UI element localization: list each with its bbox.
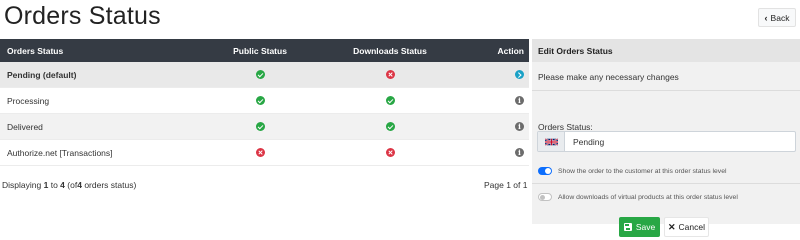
x-circle-icon	[385, 148, 395, 157]
status-name-cell: Pending (default)	[7, 69, 77, 80]
info-circle-icon[interactable]: i	[515, 96, 524, 105]
action-cell: i	[460, 96, 529, 105]
downloads-status-cell	[320, 96, 460, 105]
downloads-status-cell	[320, 70, 460, 79]
x-circle-icon	[255, 148, 265, 157]
panel-title: Edit Orders Status	[532, 39, 800, 62]
check-circle-icon	[385, 122, 395, 131]
toggle-row-downloads: Allow downloads of virtual products at t…	[538, 193, 738, 201]
header-public-status: Public Status	[233, 45, 287, 56]
action-cell: i	[460, 148, 529, 157]
panel-intro-text: Please make any necessary changes	[538, 72, 679, 82]
table-row[interactable]: Authorize.net [Transactions] i	[0, 140, 529, 166]
panel-body: Please make any necessary changes Orders…	[532, 62, 800, 237]
table-row[interactable]: Pending (default)	[0, 62, 529, 88]
table-row[interactable]: Delivered i	[0, 114, 529, 140]
public-status-cell	[200, 70, 320, 79]
page-info: Page 1 of 1	[484, 180, 528, 190]
check-circle-icon	[255, 96, 265, 105]
orders-status-table: Orders Status Public Status Downloads St…	[0, 39, 529, 166]
uk-flag-icon	[538, 132, 565, 151]
check-circle-icon	[255, 70, 265, 79]
close-icon: ✕	[667, 221, 676, 232]
check-circle-icon	[385, 96, 395, 105]
info-circle-icon[interactable]: i	[515, 148, 524, 157]
public-status-toggle-label: Show the order to the customer at this o…	[558, 167, 727, 175]
status-name-input[interactable]	[565, 132, 795, 151]
cancel-button[interactable]: ✕ Cancel	[664, 217, 709, 237]
downloads-status-cell	[320, 148, 460, 157]
table-header: Orders Status Public Status Downloads St…	[0, 39, 529, 62]
range-total: 4	[77, 180, 82, 190]
edit-status-panel: Edit Orders Status Please make any neces…	[532, 39, 800, 237]
pagination-summary: Displaying 1 to 4 (of4 orders status)	[2, 180, 137, 190]
save-button-label: Save	[635, 222, 656, 232]
cancel-button-label: Cancel	[678, 222, 705, 232]
header-action: Action	[497, 45, 524, 56]
public-status-cell	[200, 122, 320, 131]
range-to: 4	[60, 180, 65, 190]
table-body: Pending (default) Processing i Delivered i Au…	[0, 62, 529, 166]
page-title: Orders Status	[4, 2, 161, 30]
table-row[interactable]: Processing i	[0, 88, 529, 114]
action-cell	[460, 70, 529, 79]
status-name-cell: Delivered	[7, 121, 43, 132]
back-button-label: Back	[770, 12, 790, 23]
floppy-disk-icon	[623, 223, 632, 231]
status-name-cell: Processing	[7, 95, 50, 106]
public-status-cell	[200, 96, 320, 105]
x-circle-icon	[385, 70, 395, 79]
toggle-row-public: Show the order to the customer at this o…	[538, 167, 727, 175]
public-status-cell	[200, 148, 320, 157]
header-downloads-status: Downloads Status	[353, 45, 427, 56]
status-name-cell: Authorize.net [Transactions]	[7, 147, 113, 158]
downloads-status-toggle-label: Allow downloads of virtual products at t…	[558, 193, 738, 201]
downloads-status-cell	[320, 122, 460, 131]
check-circle-icon	[255, 122, 265, 131]
divider	[532, 90, 800, 91]
public-status-toggle[interactable]	[538, 167, 552, 175]
range-from: 1	[43, 180, 49, 190]
info-circle-icon[interactable]: i	[515, 122, 524, 131]
arrow-right-circle-icon[interactable]	[515, 70, 524, 79]
status-input-group	[537, 131, 796, 152]
action-cell: i	[460, 122, 529, 131]
save-button[interactable]: Save	[619, 217, 660, 237]
chevron-left-icon: ‹	[764, 12, 768, 23]
downloads-status-toggle[interactable]	[538, 193, 552, 201]
header-orders-status: Orders Status	[7, 45, 64, 56]
back-button[interactable]: ‹ Back	[758, 8, 796, 27]
divider	[532, 183, 800, 184]
